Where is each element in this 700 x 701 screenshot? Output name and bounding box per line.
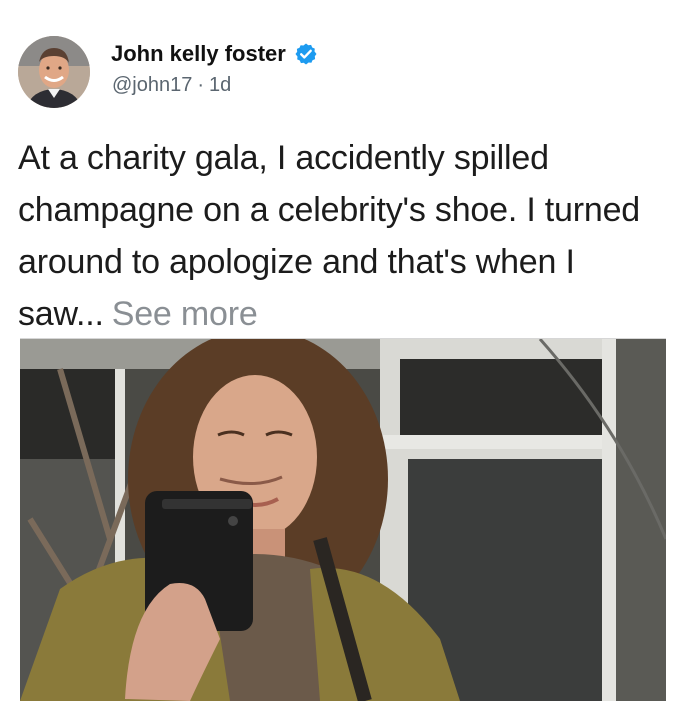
post-card: John kelly foster @john17 · 1d At a charit… <box>0 0 700 701</box>
meta-separator: · <box>197 74 205 96</box>
author-name[interactable]: John kelly foster <box>111 41 318 67</box>
post-text: At a charity gala, I accidently spilled … <box>18 132 688 340</box>
verified-badge-icon <box>295 43 317 65</box>
author-name-text: John kelly foster <box>111 41 286 66</box>
avatar-photo-icon <box>18 36 90 108</box>
post-meta: @john17 · 1d <box>112 74 231 97</box>
post-timestamp[interactable]: 1d <box>209 74 231 96</box>
mirror-selfie-photo-icon <box>20 339 666 701</box>
post-photo[interactable] <box>20 338 666 701</box>
author-handle[interactable]: @john17 <box>112 74 192 96</box>
see-more-link[interactable]: See more <box>112 295 258 333</box>
author-avatar[interactable] <box>18 36 90 108</box>
